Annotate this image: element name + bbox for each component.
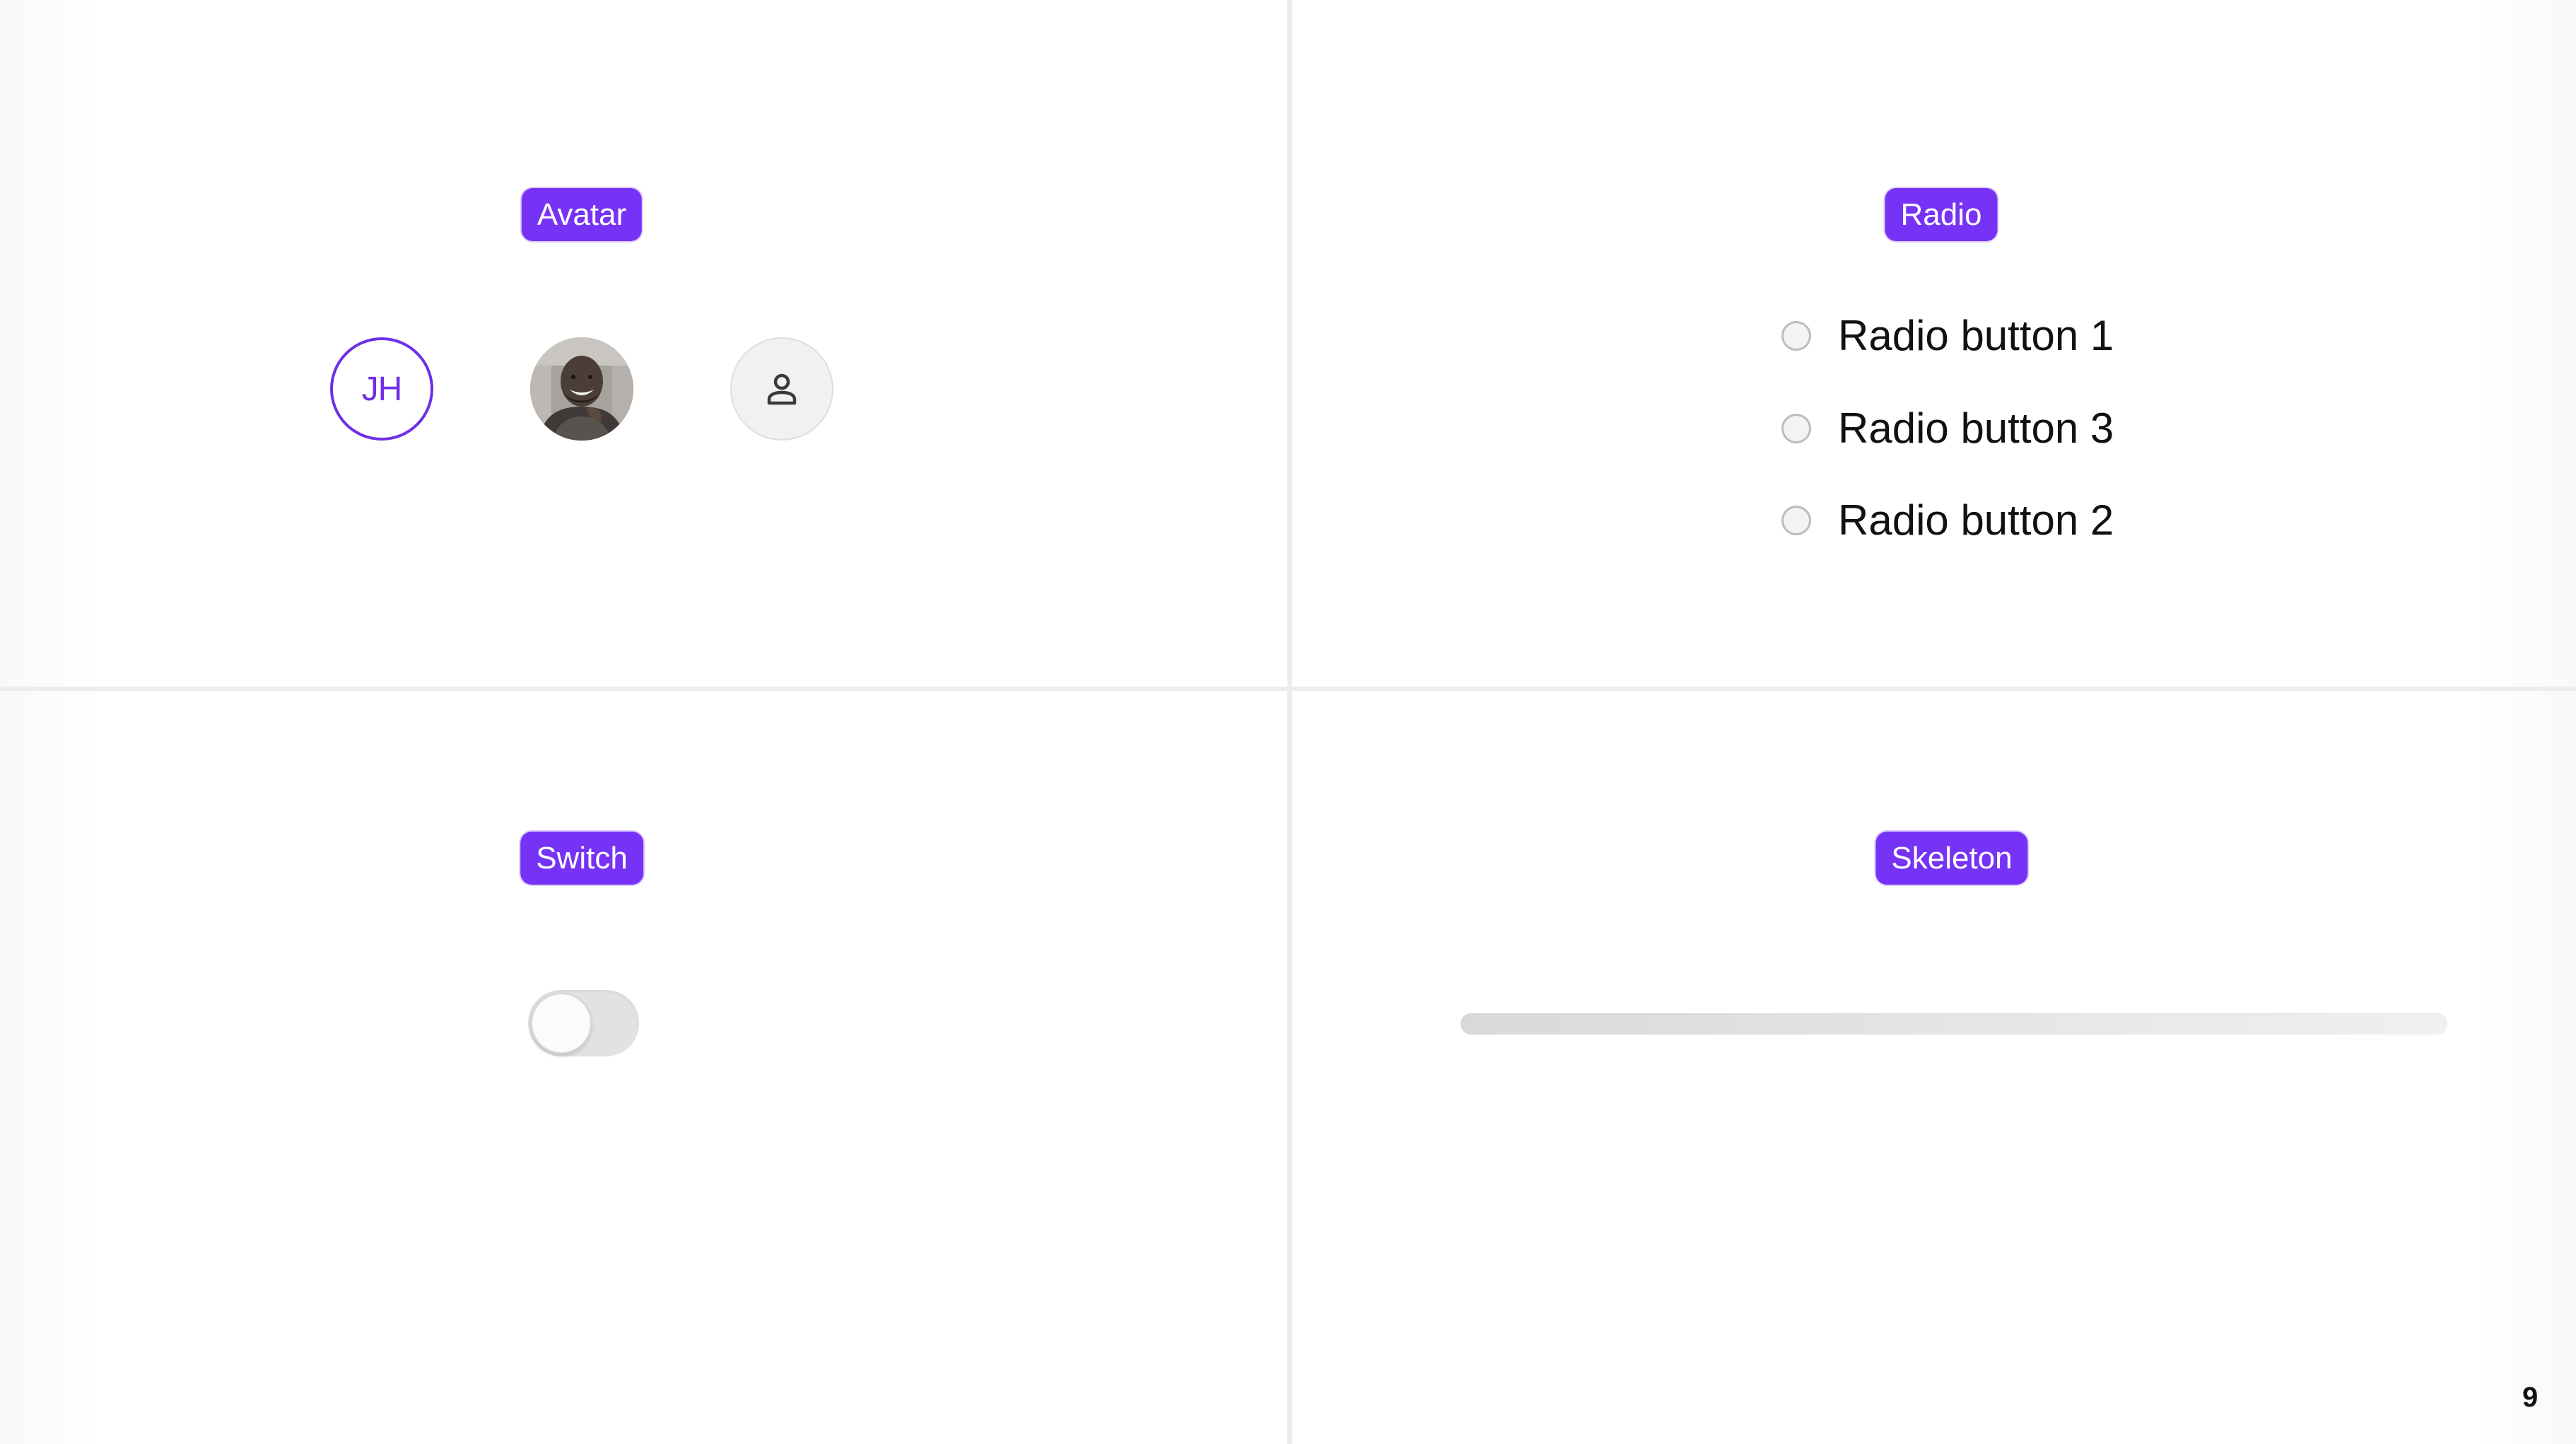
- vertical-divider: [1287, 0, 1292, 1444]
- user-icon: [767, 373, 797, 405]
- radio-section-tag: Radio: [1885, 188, 1998, 241]
- avatar-initials-text: JH: [361, 370, 403, 408]
- radio-circle[interactable]: [1781, 505, 1811, 535]
- skeleton-section-tag: Skeleton: [1875, 832, 2028, 885]
- page-number: 9: [2522, 1382, 2539, 1413]
- radio-label: Radio button 3: [1838, 404, 2114, 452]
- radio-option-1[interactable]: Radio button 1: [1781, 311, 2114, 360]
- radio-label: Radio button 1: [1838, 312, 2114, 359]
- photo-avatar[interactable]: [530, 337, 633, 441]
- avatar-section-tag: Avatar: [521, 188, 643, 241]
- initials-avatar[interactable]: JH: [330, 337, 433, 441]
- radio-option-2[interactable]: Radio button 2: [1781, 496, 2114, 545]
- placeholder-avatar[interactable]: [730, 337, 833, 441]
- toggle-switch[interactable]: [528, 990, 639, 1056]
- switch-section-tag: Switch: [520, 832, 643, 885]
- radio-circle[interactable]: [1781, 320, 1811, 351]
- radio-label: Radio button 2: [1838, 496, 2114, 544]
- switch-thumb[interactable]: [531, 993, 592, 1054]
- radio-option-3[interactable]: Radio button 3: [1781, 404, 2114, 453]
- skeleton-bar: [1460, 1013, 2447, 1035]
- radio-circle[interactable]: [1781, 413, 1811, 443]
- person-photo-icon: [530, 337, 633, 441]
- horizontal-divider: [0, 687, 2576, 691]
